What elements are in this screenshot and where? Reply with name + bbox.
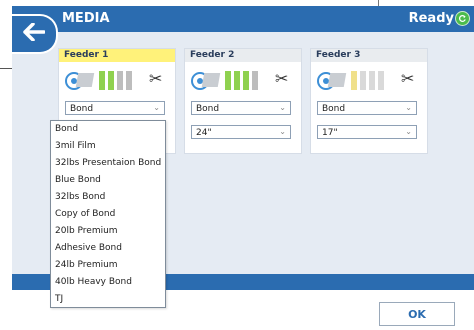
media-width-select[interactable]: 17" ⌄ bbox=[317, 125, 417, 139]
media-type-dropdown: Bond 3mil Film 32lbs Presentaion Bond Bl… bbox=[50, 120, 166, 308]
level-bar bbox=[99, 71, 105, 90]
level-bar bbox=[252, 71, 258, 90]
dropdown-option[interactable]: 32lbs Presentaion Bond bbox=[51, 155, 165, 172]
level-bar bbox=[126, 71, 132, 90]
dropdown-option[interactable]: Copy of Bond bbox=[51, 206, 165, 223]
level-bar bbox=[234, 71, 240, 90]
level-bar bbox=[243, 71, 249, 90]
dropdown-option[interactable]: Bond bbox=[51, 121, 165, 138]
dropdown-option[interactable]: 24lb Premium bbox=[51, 257, 165, 274]
media-type-select[interactable]: Bond ⌄ bbox=[191, 101, 291, 115]
refresh-icon bbox=[455, 11, 470, 26]
paper-icon bbox=[201, 73, 221, 87]
level-bar bbox=[117, 71, 123, 90]
media-level-indicator bbox=[351, 71, 384, 90]
media-type-value: Bond bbox=[70, 104, 94, 114]
chevron-down-icon: ⌄ bbox=[405, 103, 412, 112]
media-width-select[interactable]: 24" ⌄ bbox=[191, 125, 291, 139]
level-bar bbox=[225, 71, 231, 90]
chevron-down-icon: ⌄ bbox=[153, 103, 160, 112]
level-bar bbox=[369, 71, 375, 90]
media-type-select[interactable]: Bond ⌄ bbox=[65, 101, 165, 115]
level-bar bbox=[378, 71, 384, 90]
level-bar bbox=[351, 71, 357, 90]
cutter-icon: ✂ bbox=[275, 69, 289, 88]
arrow-left-icon bbox=[23, 22, 46, 45]
dropdown-option[interactable]: 3mil Film bbox=[51, 138, 165, 155]
feeder-card-3: Feeder 3 ✂ Bond ⌄ 17" ⌄ bbox=[310, 48, 428, 154]
paper-icon bbox=[327, 73, 347, 87]
dropdown-option[interactable]: TJ bbox=[51, 291, 165, 308]
feeder-title: Feeder 1 bbox=[59, 49, 175, 62]
dropdown-option[interactable]: 32lbs Bond bbox=[51, 189, 165, 206]
chevron-down-icon: ⌄ bbox=[405, 127, 412, 136]
cutter-icon: ✂ bbox=[149, 69, 163, 88]
level-bar bbox=[360, 71, 366, 90]
media-type-select[interactable]: Bond ⌄ bbox=[317, 101, 417, 115]
feeder-status-icons: ✂ bbox=[311, 62, 427, 98]
media-type-value: Bond bbox=[322, 104, 346, 114]
ok-button[interactable]: OK bbox=[379, 302, 455, 326]
dropdown-option[interactable]: Adhesive Bond bbox=[51, 240, 165, 257]
chevron-down-icon: ⌄ bbox=[279, 127, 286, 136]
feeder-status-icons: ✂ bbox=[185, 62, 301, 98]
paper-icon bbox=[75, 73, 95, 87]
feeder-card-2: Feeder 2 ✂ Bond ⌄ 24" ⌄ bbox=[184, 48, 302, 154]
media-width-value: 17" bbox=[322, 128, 338, 138]
media-level-indicator bbox=[225, 71, 258, 90]
cutter-icon: ✂ bbox=[401, 69, 415, 88]
chevron-down-icon: ⌄ bbox=[279, 103, 286, 112]
status-text: Ready bbox=[408, 11, 454, 26]
media-type-value: Bond bbox=[196, 104, 220, 114]
dropdown-option[interactable]: Blue Bond bbox=[51, 172, 165, 189]
media-level-indicator bbox=[99, 71, 132, 90]
feeder-title: Feeder 3 bbox=[311, 49, 427, 62]
page-title: MEDIA bbox=[62, 11, 110, 26]
media-width-value: 24" bbox=[196, 128, 212, 138]
level-bar bbox=[108, 71, 114, 90]
feeder-status-icons: ✂ bbox=[59, 62, 175, 98]
feeder-title: Feeder 2 bbox=[185, 49, 301, 62]
dropdown-option[interactable]: 40lb Heavy Bond bbox=[51, 274, 165, 291]
dropdown-option[interactable]: 20lb Premium bbox=[51, 223, 165, 240]
back-button[interactable] bbox=[12, 14, 58, 54]
